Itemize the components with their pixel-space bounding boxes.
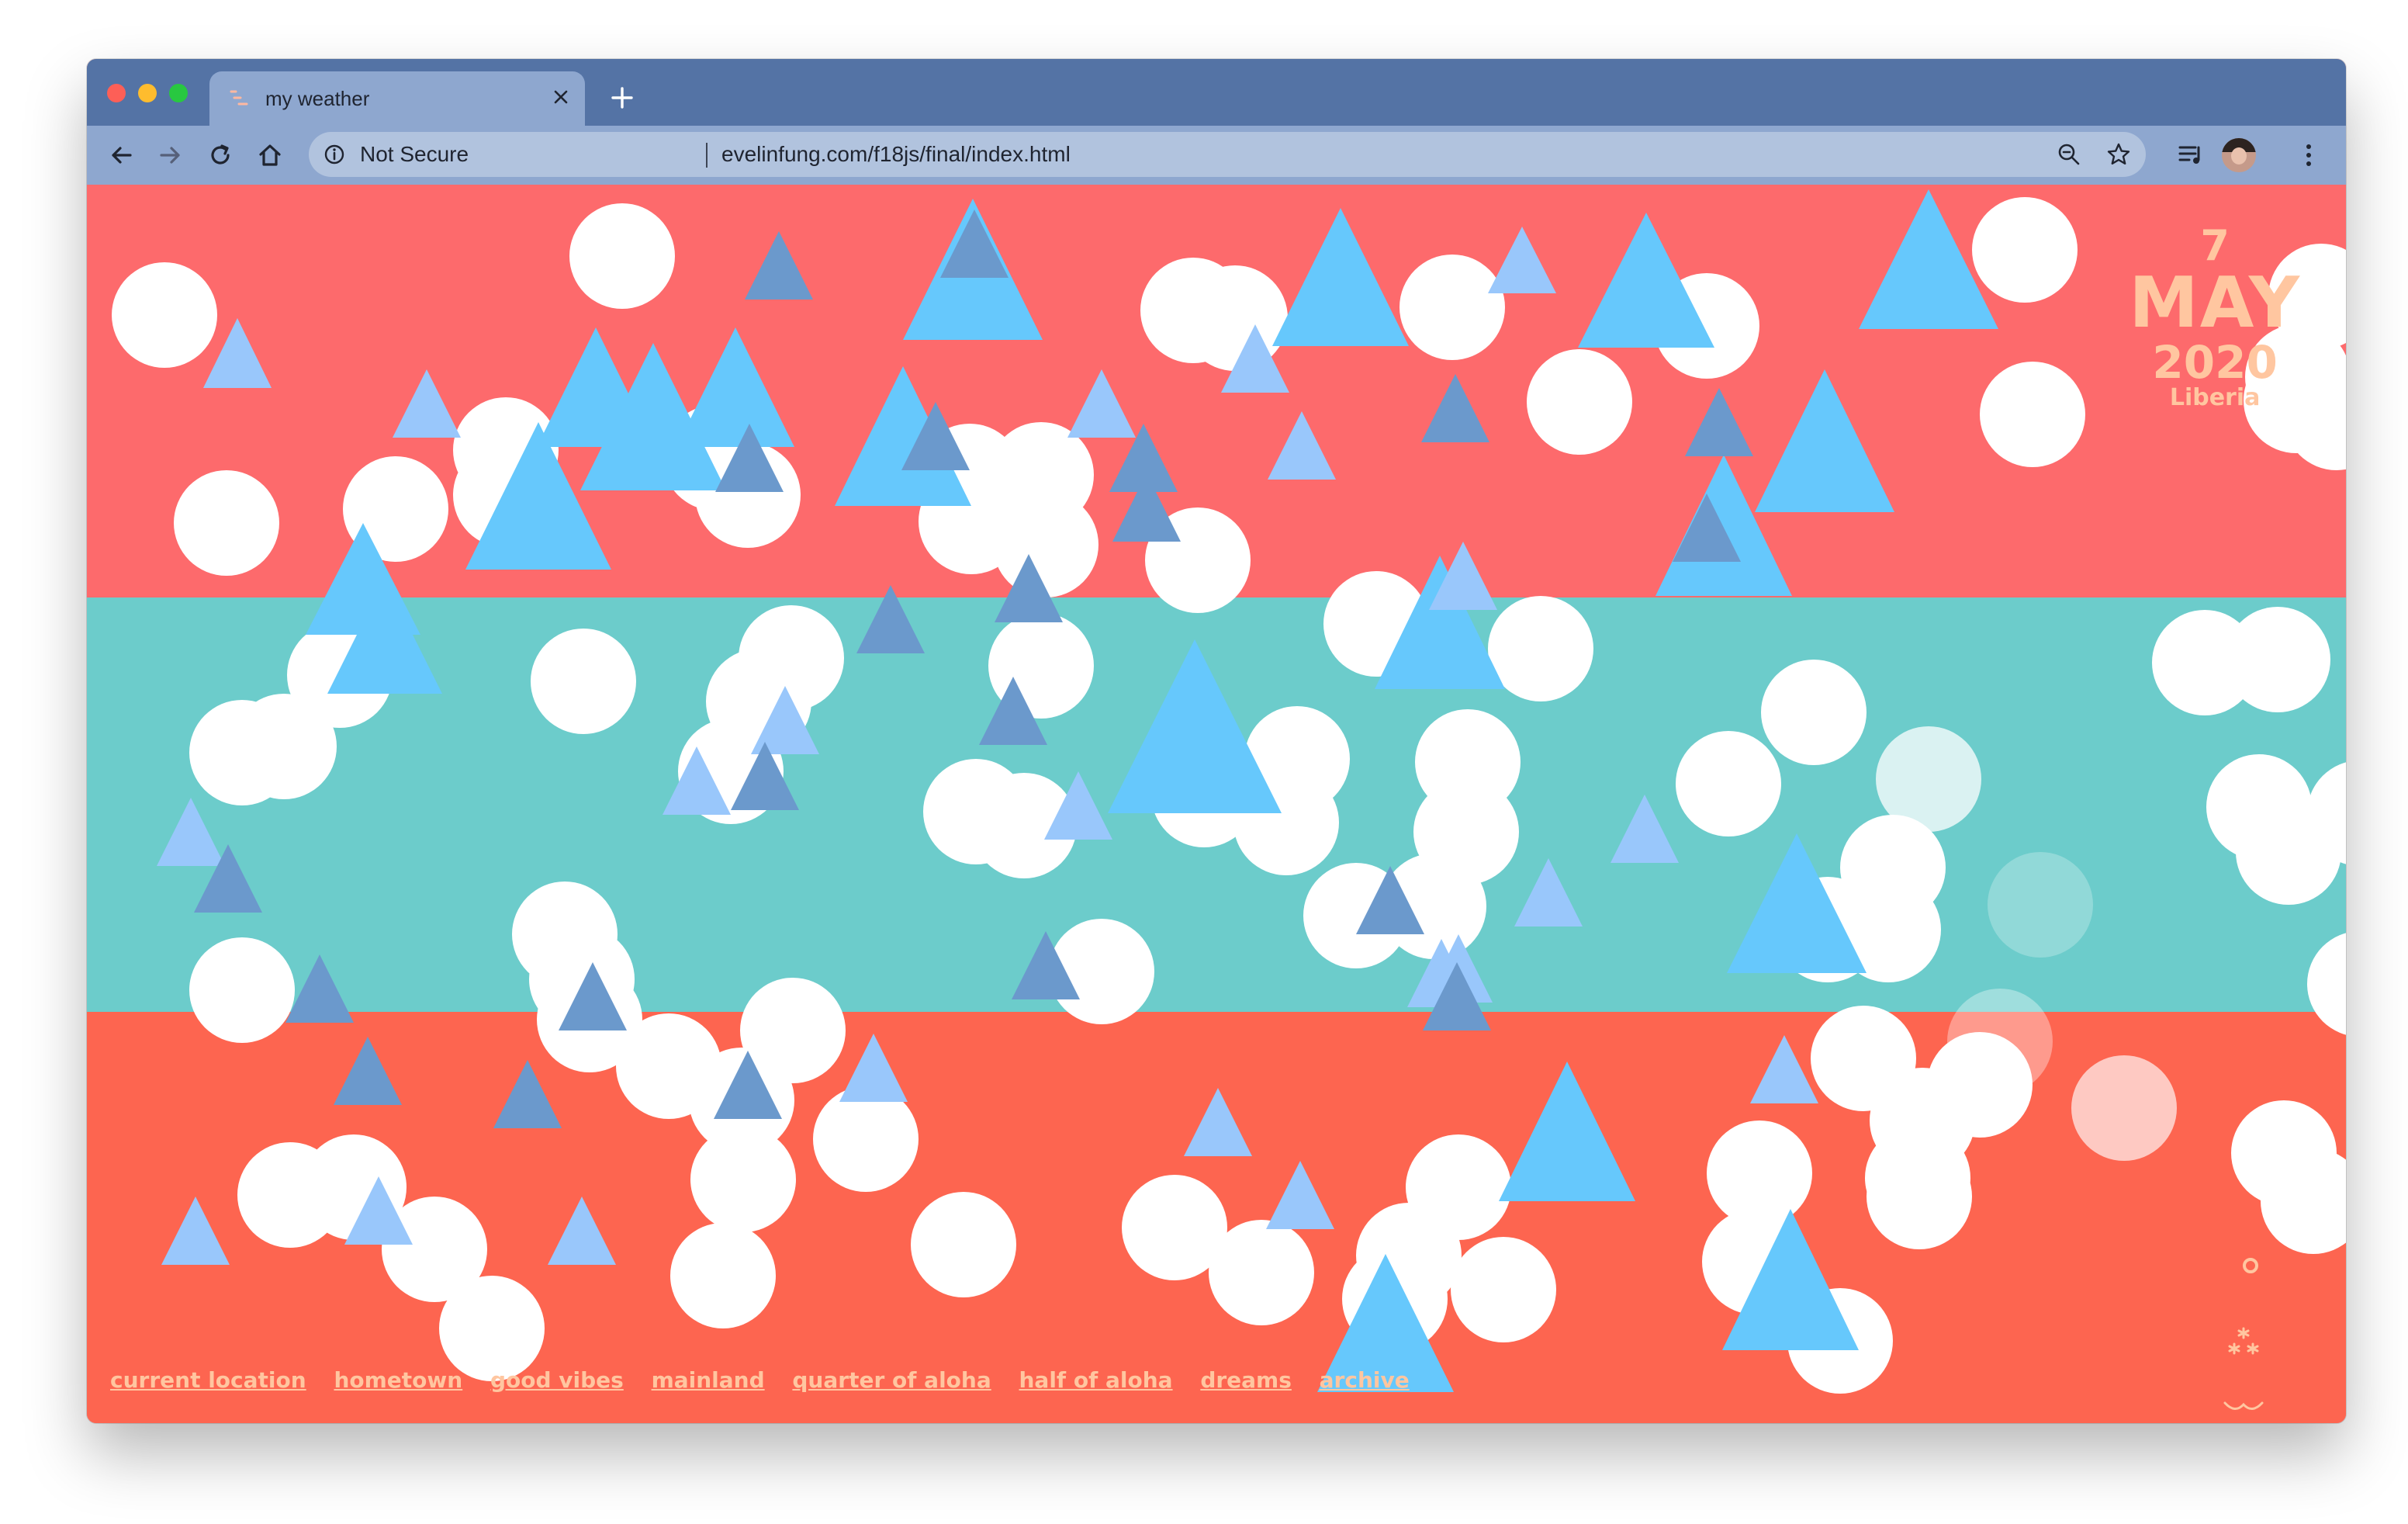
nav-link-good-vibes[interactable]: good vibes	[490, 1367, 624, 1393]
url-text[interactable]: evelinfung.com/f18js/final/index.html	[721, 142, 1071, 167]
tab-my-weather[interactable]: my weather	[209, 71, 585, 126]
nav-link-current-location[interactable]: current location	[110, 1367, 306, 1393]
bookmark-star-icon[interactable]	[2105, 141, 2132, 168]
avatar[interactable]	[2222, 138, 2256, 172]
kebab-menu-icon[interactable]	[2292, 138, 2326, 172]
omnibox-divider	[706, 143, 708, 168]
nav-link-hometown[interactable]: hometown	[334, 1367, 462, 1393]
faded-circle	[1988, 852, 2093, 958]
wave-icon[interactable]	[2222, 1395, 2265, 1418]
favicon-icon	[230, 90, 248, 106]
page-content: 7 MAY 2020 Liberia current location home…	[87, 185, 2346, 1423]
tab-title: my weather	[265, 87, 370, 110]
weather-shapes-canvas	[112, 189, 2346, 1394]
info-icon[interactable]	[323, 143, 346, 166]
close-window-button[interactable]	[107, 84, 126, 102]
address-bar[interactable]: Not Secure evelinfung.com/f18js/final/in…	[309, 132, 2146, 177]
location-nav: current location hometown good vibes mai…	[110, 1367, 1430, 1393]
home-icon[interactable]	[253, 138, 287, 172]
close-tab-icon[interactable]	[548, 84, 574, 110]
snowflake-icon[interactable]	[2222, 1322, 2265, 1366]
maximize-window-button[interactable]	[169, 84, 188, 102]
forward-arrow-icon[interactable]	[154, 138, 188, 172]
minimize-window-button[interactable]	[138, 84, 157, 102]
nav-link-archive[interactable]: archive	[1320, 1367, 1410, 1393]
back-arrow-icon[interactable]	[104, 138, 138, 172]
reload-icon[interactable]	[203, 138, 237, 172]
zoom-icon[interactable]	[2056, 141, 2082, 168]
browser-window: my weather Not Secure evelinfung.com/f18…	[87, 59, 2346, 1423]
security-label: Not Secure	[360, 142, 469, 166]
date-day: 7	[2200, 221, 2230, 270]
nav-link-half-of-aloha[interactable]: half of aloha	[1019, 1367, 1172, 1393]
faded-circle	[2071, 1055, 2177, 1161]
avatar-face	[2231, 147, 2247, 165]
tab-bar: my weather	[87, 59, 2346, 126]
nav-link-quarter-of-aloha[interactable]: quarter of aloha	[792, 1367, 991, 1393]
nav-link-dreams[interactable]: dreams	[1200, 1367, 1292, 1393]
nav-link-mainland[interactable]: mainland	[652, 1367, 765, 1393]
sun-icon[interactable]	[2237, 1252, 2264, 1279]
location-name: Liberia	[2169, 384, 2261, 411]
date-year: 2020	[2152, 336, 2278, 389]
date-display: 7 MAY 2020 Liberia	[2129, 225, 2301, 410]
toolbar: Not Secure evelinfung.com/f18js/final/in…	[87, 126, 2346, 185]
date-month: MAY	[2129, 262, 2301, 344]
new-tab-icon[interactable]	[605, 81, 639, 115]
media-queue-icon[interactable]	[2174, 138, 2208, 172]
